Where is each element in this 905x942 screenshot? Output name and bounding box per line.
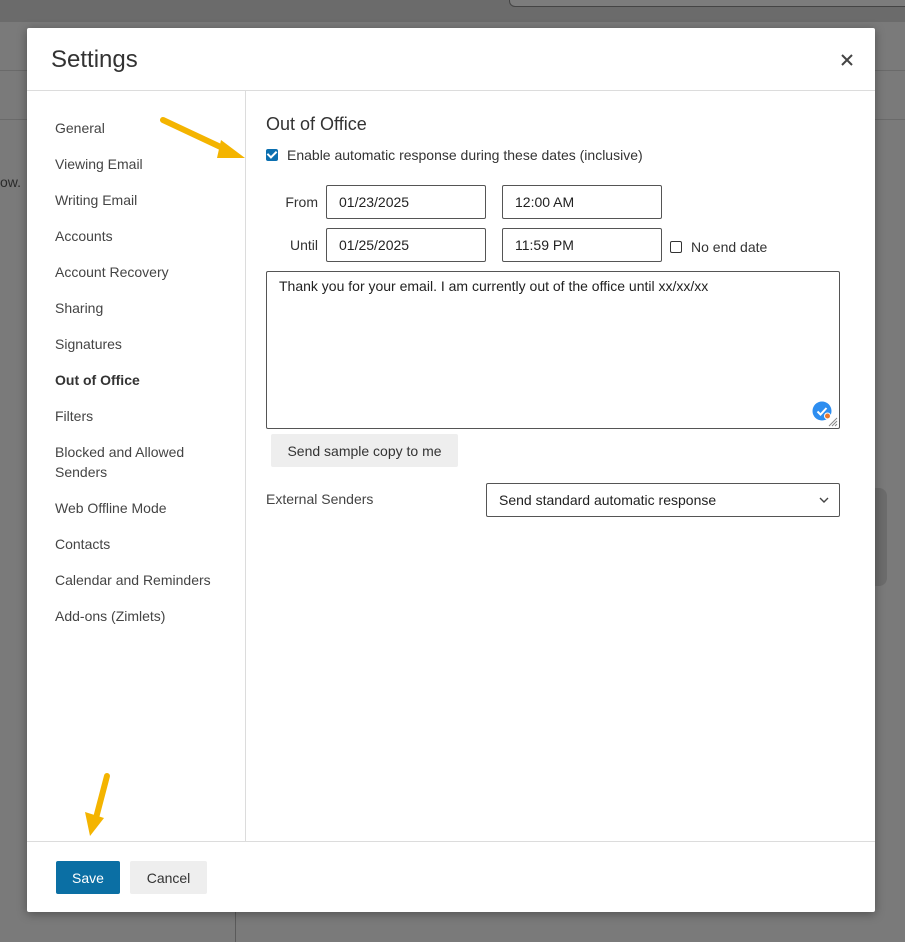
- enable-auto-response-row[interactable]: Enable automatic response during these d…: [266, 147, 643, 163]
- external-senders-label: External Senders: [266, 491, 374, 507]
- close-icon: [841, 54, 853, 66]
- from-label: From: [285, 194, 318, 210]
- sidebar-item-writing-email[interactable]: Writing Email: [55, 190, 235, 210]
- sidebar-item-accounts[interactable]: Accounts: [55, 226, 235, 246]
- from-date-input[interactable]: [326, 185, 486, 219]
- annotation-arrow-icon: [85, 773, 110, 836]
- settings-sidebar: General Viewing Email Writing Email Acco…: [27, 91, 246, 841]
- enable-auto-response-label: Enable automatic response during these d…: [287, 147, 643, 163]
- enable-auto-response-checkbox[interactable]: [266, 149, 278, 161]
- settings-nav: General Viewing Email Writing Email Acco…: [55, 118, 235, 642]
- background-text: ow.: [0, 174, 22, 190]
- save-button[interactable]: Save: [56, 861, 120, 894]
- sidebar-item-filters[interactable]: Filters: [55, 406, 235, 426]
- auto-response-message[interactable]: Thank you for your email. I am currently…: [266, 271, 840, 429]
- chevron-down-icon: [819, 497, 829, 503]
- until-time-input[interactable]: [502, 228, 662, 262]
- annotation-arrow-icon: [160, 117, 245, 158]
- dialog-footer: Save Cancel: [27, 841, 875, 912]
- sidebar-item-account-recovery[interactable]: Account Recovery: [55, 262, 235, 282]
- cancel-button[interactable]: Cancel: [130, 861, 207, 894]
- external-senders-select[interactable]: Send standard automatic response: [486, 483, 840, 517]
- no-end-date-checkbox[interactable]: [670, 241, 682, 253]
- until-date-input[interactable]: [326, 228, 486, 262]
- send-sample-copy-button[interactable]: Send sample copy to me: [271, 434, 458, 467]
- dialog-title: Settings: [51, 46, 138, 73]
- no-end-date-row[interactable]: No end date: [670, 239, 767, 255]
- sidebar-item-sharing[interactable]: Sharing: [55, 298, 235, 318]
- from-time-input[interactable]: [502, 185, 662, 219]
- no-end-date-label: No end date: [691, 239, 768, 255]
- sidebar-item-web-offline-mode[interactable]: Web Offline Mode: [55, 498, 235, 518]
- sidebar-item-blocked-allowed-senders[interactable]: Blocked and Allowed Senders: [55, 442, 235, 482]
- sidebar-item-calendar-reminders[interactable]: Calendar and Reminders: [55, 570, 235, 590]
- sidebar-item-add-ons[interactable]: Add-ons (Zimlets): [55, 606, 235, 626]
- section-title: Out of Office: [266, 114, 367, 134]
- sidebar-item-contacts[interactable]: Contacts: [55, 534, 235, 554]
- external-senders-value: Send standard automatic response: [499, 492, 717, 508]
- background-search-box: [509, 0, 905, 7]
- background-divider: [235, 910, 236, 942]
- close-button[interactable]: [837, 50, 857, 70]
- sidebar-item-signatures[interactable]: Signatures: [55, 334, 235, 354]
- out-of-office-panel: Out of Office Enable automatic response …: [246, 91, 875, 841]
- sidebar-item-out-of-office[interactable]: Out of Office: [55, 370, 235, 390]
- until-label: Until: [289, 237, 318, 253]
- dialog-header: Settings: [27, 28, 875, 91]
- resize-handle-icon[interactable]: [826, 415, 838, 427]
